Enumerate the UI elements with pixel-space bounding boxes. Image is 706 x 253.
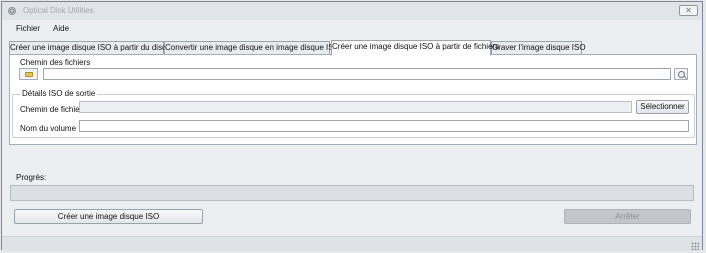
app-disk-icon <box>8 7 16 15</box>
tab-create-from-files[interactable]: Créer une image disque ISO à partir de f… <box>331 40 499 56</box>
source-path-input[interactable] <box>43 68 671 80</box>
progress-label: Progrès: <box>16 173 47 182</box>
menu-aide[interactable]: Aide <box>53 24 69 33</box>
browse-folder-button[interactable] <box>19 68 38 80</box>
search-icon <box>678 71 685 78</box>
tab-burn-image[interactable]: Graver l'image disque ISO <box>491 41 586 55</box>
tab-convert-image[interactable]: Convertir une image disque en image disq… <box>164 41 340 55</box>
select-button[interactable]: Sélectionner <box>636 100 689 114</box>
folder-icon <box>25 72 33 77</box>
resize-grip-icon[interactable] <box>691 242 699 250</box>
progress-bar <box>10 185 694 201</box>
output-details-title: Détails ISO de sortie <box>20 89 98 98</box>
status-bar <box>2 236 702 251</box>
volume-name-input[interactable] <box>79 120 689 132</box>
menu-fichier[interactable]: Fichier <box>16 24 40 33</box>
title-bar: Optical Disk Utilities ✕ <box>2 2 702 20</box>
stop-button[interactable]: Arrêter <box>564 209 691 224</box>
main-window: Optical Disk Utilities ✕ Fichier Aide Cr… <box>1 1 703 251</box>
source-path-label: Chemin des fichiers <box>20 58 91 67</box>
tab-create-from-disc[interactable]: Créer une image disque ISO à partir du d… <box>9 41 175 55</box>
volume-name-label: Nom du volume <box>20 124 77 133</box>
create-iso-button[interactable]: Créer une image disque ISO <box>14 209 203 224</box>
menu-bar: Fichier Aide <box>2 21 702 35</box>
file-path-input[interactable] <box>79 101 632 113</box>
close-button[interactable]: ✕ <box>679 5 698 16</box>
search-button[interactable] <box>674 68 688 80</box>
window-title: Optical Disk Utilities <box>23 6 94 15</box>
file-path-label: Chemin de fichier <box>20 105 83 114</box>
